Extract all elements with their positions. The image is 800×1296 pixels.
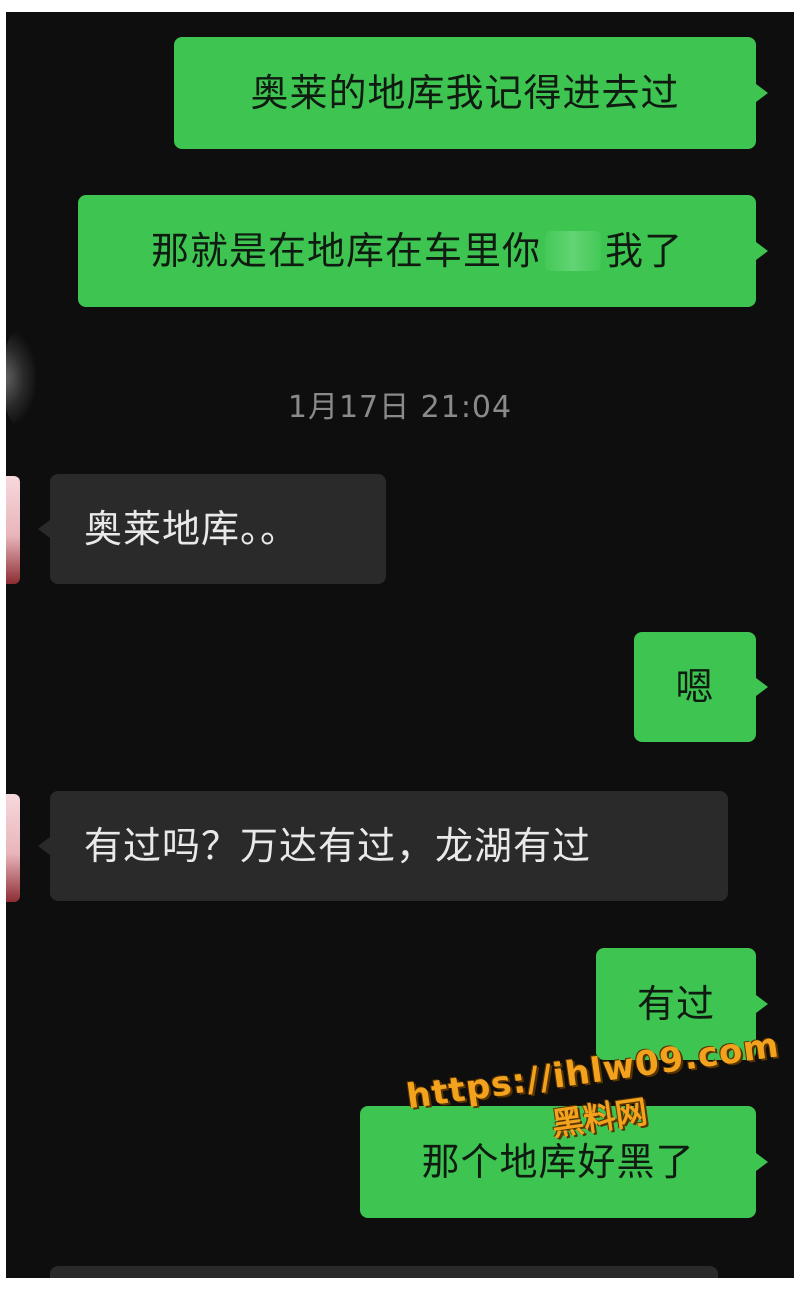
message-bubble-outgoing[interactable]: 奥莱的地库我记得进去过 [174,37,768,149]
message-bubble-incoming-partial[interactable] [50,1266,718,1278]
chat-screen: 奥莱的地库我记得进去过 那就是在地库在车里你 我了 1月17日 21:04 奥莱… [6,12,794,1278]
message-text: 奥莱的地库我记得进去过 [250,71,680,115]
message-timestamp: 1月17日 21:04 [287,390,513,425]
message-bubble-incoming[interactable]: 有过吗？万达有过，龙湖有过 [38,791,728,901]
message-text: 那个地库好黑了 [421,1140,695,1184]
message-bubble-outgoing[interactable]: 那个地库好黑了 [360,1106,768,1218]
message-bubble-incoming[interactable]: 奥莱地库。。 [38,474,386,584]
message-text: 嗯 [675,665,715,709]
message-text: 我了 [605,229,684,273]
top-white-border [0,0,800,12]
message-bubble-outgoing[interactable]: 有过 [596,948,768,1060]
message-bubble-outgoing[interactable]: 嗯 [634,632,768,742]
message-text: 奥莱地库。。 [84,507,300,551]
message-text: 那就是在地库在车里你 [150,229,541,273]
contact-avatar[interactable] [6,794,20,902]
contact-avatar[interactable] [6,476,20,584]
message-bubble-outgoing[interactable]: 那就是在地库在车里你 我了 [78,195,768,307]
message-text: 有过 [636,982,715,1026]
redacted-blur [545,231,601,271]
message-text: 有过吗？万达有过，龙湖有过 [84,824,592,868]
